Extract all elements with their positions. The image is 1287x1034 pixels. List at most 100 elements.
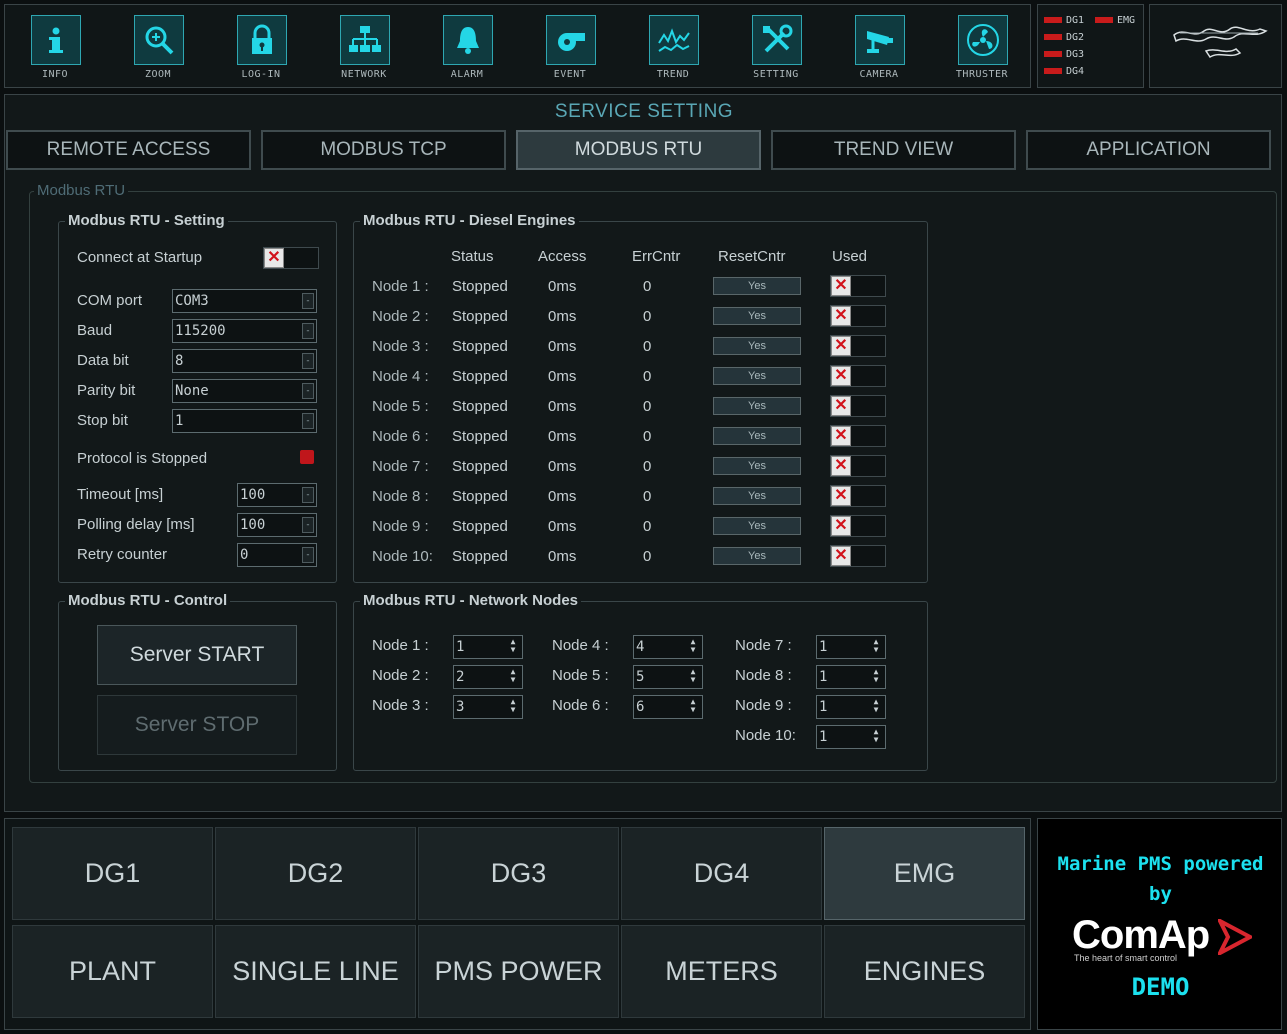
alarm-button[interactable]: ALARM (427, 13, 507, 87)
network-node-spinbox[interactable]: 1 ▲ ▼ (816, 665, 886, 689)
baud-value: 115200 (175, 323, 226, 339)
network-node-label: Node 7 : (735, 637, 792, 654)
tab-modbus-tcp[interactable]: MODBUS TCP (261, 130, 506, 170)
server-stop-button[interactable]: Server STOP (97, 695, 297, 755)
data-bit-label: Data bit (77, 352, 129, 369)
com-port-value: COM3 (175, 293, 209, 309)
network-node-spinbox[interactable]: 1 ▲ ▼ (816, 695, 886, 719)
nav-dg4[interactable]: DG4 (621, 827, 822, 920)
network-node-spinbox[interactable]: 6 ▲ ▼ (633, 695, 703, 719)
network-node-value: 3 (456, 699, 465, 715)
zoom-label: ZOOM (144, 69, 172, 80)
trend-button[interactable]: TREND (633, 13, 713, 87)
engine-used-checkbox[interactable]: ✕ (830, 485, 886, 507)
nav-engines[interactable]: ENGINES (824, 925, 1025, 1018)
network-node-spinbox[interactable]: 4 ▲ ▼ (633, 635, 703, 659)
engine-used-checkbox[interactable]: ✕ (830, 545, 886, 567)
timeout-input[interactable]: 100 - (237, 483, 317, 507)
engine-used-checkbox[interactable]: ✕ (830, 275, 886, 297)
connect-startup-checkbox[interactable]: ✕ (263, 247, 319, 269)
engine-reset-button[interactable]: Yes (713, 307, 801, 325)
network-node-spinbox[interactable]: 1 ▲ ▼ (816, 635, 886, 659)
network-node-spinbox[interactable]: 2 ▲ ▼ (453, 665, 523, 689)
header-access: Access (538, 248, 587, 265)
comap-tagline: The heart of smart control (1074, 953, 1178, 963)
nav-meters[interactable]: METERS (621, 925, 822, 1018)
retry-counter-label: Retry counter (77, 546, 168, 563)
engine-reset-button[interactable]: Yes (713, 337, 801, 355)
engine-used-checkbox[interactable]: ✕ (830, 395, 886, 417)
engine-used-checkbox[interactable]: ✕ (830, 515, 886, 537)
spinner-arrows-icon: ▲ ▼ (510, 697, 516, 714)
network-node-spinbox[interactable]: 1 ▲ ▼ (453, 635, 523, 659)
engine-reset-button[interactable]: Yes (713, 277, 801, 295)
engine-reset-button[interactable]: Yes (713, 457, 801, 475)
parity-bit-value: None (175, 383, 209, 399)
engine-used-checkbox[interactable]: ✕ (830, 335, 886, 357)
nav-single-line[interactable]: SINGLE LINE (215, 925, 416, 1018)
header-status: Status (451, 248, 494, 265)
tab-remote-access[interactable]: REMOTE ACCESS (6, 130, 251, 170)
diesel-engines-title: Modbus RTU - Diesel Engines (360, 212, 579, 229)
baud-select[interactable]: 115200 - (172, 319, 317, 343)
nav-plant[interactable]: PLANT (12, 925, 213, 1018)
engine-access: 0ms (548, 548, 577, 565)
data-bit-select[interactable]: 8- (172, 349, 317, 373)
network-node-spinbox[interactable]: 5 ▲ ▼ (633, 665, 703, 689)
whistle-icon (546, 15, 596, 65)
info-button[interactable]: INFO (15, 13, 95, 87)
login-button[interactable]: LOG-IN (221, 13, 301, 87)
status-led (1044, 68, 1062, 74)
network-node-spinbox[interactable]: 3 ▲ ▼ (453, 695, 523, 719)
stop-bit-select[interactable]: 1- (172, 409, 317, 433)
status-label: DG3 (1066, 48, 1085, 60)
engine-used-checkbox[interactable]: ✕ (830, 365, 886, 387)
tab-application[interactable]: APPLICATION (1026, 130, 1271, 170)
nav-emg[interactable]: EMG (824, 827, 1025, 920)
event-button[interactable]: EVENT (530, 13, 610, 87)
engine-reset-button[interactable]: Yes (713, 397, 801, 415)
engine-errcntr: 0 (643, 488, 652, 505)
engine-reset-button[interactable]: Yes (713, 547, 801, 565)
toolbar: INFO ZOOM LOG-IN NETWORK ALARM EVENT TRE… (4, 4, 1031, 88)
stop-bit-label: Stop bit (77, 412, 128, 429)
com-port-select[interactable]: COM3 - (172, 289, 317, 313)
engine-reset-button[interactable]: Yes (713, 427, 801, 445)
polling-delay-input[interactable]: 100 - (237, 513, 317, 537)
engine-used-checkbox[interactable]: ✕ (830, 425, 886, 447)
setting-button[interactable]: SETTING (736, 13, 816, 87)
status-led (1044, 17, 1062, 23)
nav-pms-power[interactable]: PMS POWER (418, 925, 619, 1018)
parity-bit-select[interactable]: None - (172, 379, 317, 403)
network-nodes-title: Modbus RTU - Network Nodes (360, 592, 582, 609)
tab-modbus-rtu[interactable]: MODBUS RTU (516, 130, 761, 170)
tab-trend-view[interactable]: TREND VIEW (771, 130, 1016, 170)
nav-dg3[interactable]: DG3 (418, 827, 619, 920)
status-dg3: DG3 (1044, 47, 1084, 61)
camera-button[interactable]: CAMERA (839, 13, 919, 87)
engine-used-checkbox[interactable]: ✕ (830, 305, 886, 327)
fan-icon (958, 15, 1008, 65)
nav-dg2[interactable]: DG2 (215, 827, 416, 920)
engine-node-label: Node 2 : (372, 308, 429, 325)
network-node-label: Node 10: (735, 727, 796, 744)
retry-counter-input[interactable]: 0- (237, 543, 317, 567)
unchecked-x-icon: ✕ (831, 426, 851, 446)
lock-icon (237, 15, 287, 65)
data-bit-value: 8 (175, 353, 184, 369)
engine-reset-button[interactable]: Yes (713, 367, 801, 385)
server-start-button[interactable]: Server START (97, 625, 297, 685)
control-group-title: Modbus RTU - Control (65, 592, 231, 609)
engine-reset-button[interactable]: Yes (713, 487, 801, 505)
comap-arrow-icon (1218, 919, 1252, 955)
setting-label: SETTING (753, 69, 799, 80)
network-button[interactable]: NETWORK (324, 13, 404, 87)
thruster-button[interactable]: THRUSTER (942, 13, 1022, 87)
network-node-spinbox[interactable]: 1 ▲ ▼ (816, 725, 886, 749)
engine-access: 0ms (548, 488, 577, 505)
zoom-button[interactable]: ZOOM (118, 13, 198, 87)
engine-used-checkbox[interactable]: ✕ (830, 455, 886, 477)
nav-dg1[interactable]: DG1 (12, 827, 213, 920)
dropdown-arrow-icon: - (302, 353, 314, 369)
engine-reset-button[interactable]: Yes (713, 517, 801, 535)
